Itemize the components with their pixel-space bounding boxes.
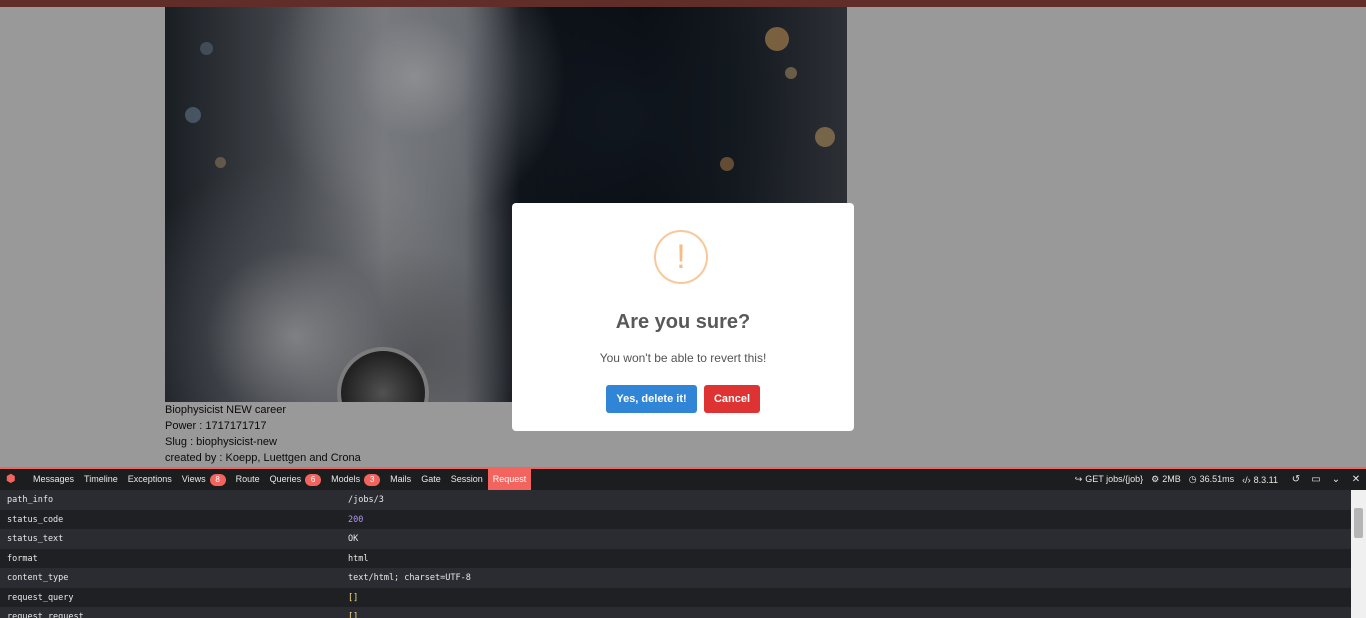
table-row: status_code 200 bbox=[0, 509, 1351, 529]
tab-label: Mails bbox=[390, 474, 412, 484]
row-value: 200 bbox=[348, 514, 364, 525]
code-icon: ‹/› bbox=[1242, 474, 1251, 485]
tab-session[interactable]: Session bbox=[446, 469, 488, 490]
memory-indicator[interactable]: ⚙ 2MB bbox=[1151, 474, 1181, 485]
tab-timeline[interactable]: Timeline bbox=[79, 469, 123, 490]
tab-label: Queries bbox=[269, 474, 302, 484]
dialog-text: You won't be able to revert this! bbox=[599, 351, 767, 365]
count-badge: 3 bbox=[364, 473, 381, 486]
clock-icon: ◷ bbox=[1188, 474, 1197, 484]
close-icon[interactable]: ✕ bbox=[1346, 474, 1366, 485]
tab-label: Views bbox=[181, 474, 206, 484]
tab-gate[interactable]: Gate bbox=[416, 469, 446, 490]
row-key: format bbox=[7, 553, 38, 564]
history-icon[interactable]: ↺ bbox=[1286, 474, 1306, 485]
debug-bar-header: ⬢ Messages Timeline Exceptions Views 8 Ro… bbox=[0, 469, 1366, 490]
row-value: html bbox=[348, 553, 369, 564]
tab-label: Messages bbox=[33, 474, 75, 484]
row-value: [] bbox=[348, 592, 359, 603]
row-value: text/html; charset=UTF-8 bbox=[348, 573, 471, 583]
tab-label: Gate bbox=[421, 474, 441, 484]
confirm-dialog: ! Are you sure? You won't be able to rev… bbox=[512, 203, 854, 431]
warning-icon: ! bbox=[654, 230, 708, 284]
row-value: OK bbox=[348, 534, 359, 544]
row-key: content_type bbox=[7, 573, 69, 583]
time-value: 36.51ms bbox=[1199, 474, 1235, 484]
tab-label: Exceptions bbox=[127, 474, 172, 484]
tab-label: Timeline bbox=[84, 474, 118, 484]
route-value: GET jobs/{job} bbox=[1085, 474, 1144, 484]
confirm-delete-button[interactable]: Yes, delete it! bbox=[606, 385, 697, 413]
row-key: request_request bbox=[7, 612, 84, 618]
time-indicator[interactable]: ◷ 36.51ms bbox=[1189, 474, 1234, 485]
table-row: format html bbox=[0, 548, 1351, 568]
tab-mails[interactable]: Mails bbox=[385, 469, 416, 490]
row-value: /jobs/3 bbox=[348, 495, 384, 505]
cancel-button[interactable]: Cancel bbox=[704, 385, 760, 413]
tab-request[interactable]: Request bbox=[487, 469, 532, 490]
tab-label: Request bbox=[492, 474, 527, 484]
debug-bar: ⬢ Messages Timeline Exceptions Views 8 Ro… bbox=[0, 467, 1366, 618]
tab-label: Route bbox=[235, 474, 260, 484]
count-badge: 6 bbox=[305, 473, 322, 486]
chevron-down-icon[interactable]: ⌄ bbox=[1326, 474, 1346, 485]
table-row: request_request [] bbox=[0, 607, 1351, 618]
table-row: content_type text/html; charset=UTF-8 bbox=[0, 568, 1351, 588]
dialog-title: Are you sure? bbox=[615, 311, 751, 333]
folder-open-icon[interactable]: ▭ bbox=[1306, 474, 1326, 485]
memory-value: 2MB bbox=[1162, 474, 1181, 484]
debug-tabs: Messages Timeline Exceptions Views 8 Rout… bbox=[28, 469, 532, 490]
route-indicator[interactable]: ↪ GET jobs/{job} bbox=[1075, 474, 1143, 485]
tab-views[interactable]: Views 8 bbox=[177, 469, 231, 490]
row-key: path_info bbox=[7, 495, 54, 505]
table-row: path_info/jobs/3 bbox=[0, 490, 1351, 510]
laravel-logo-icon[interactable]: ⬢ bbox=[6, 473, 20, 485]
tab-queries[interactable]: Queries 6 bbox=[265, 469, 327, 490]
tab-models[interactable]: Models 3 bbox=[326, 469, 385, 490]
share-icon: ↪ bbox=[1074, 474, 1083, 484]
row-key: status_text bbox=[7, 534, 64, 544]
row-value: [] bbox=[348, 612, 359, 618]
table-row: status_text OK bbox=[0, 529, 1351, 549]
row-key: status_code bbox=[7, 514, 64, 525]
table-row: request_query [] bbox=[0, 587, 1351, 607]
tab-label: Models bbox=[331, 474, 361, 484]
scrollbar-thumb[interactable] bbox=[1354, 508, 1363, 538]
debug-summary: ↪ GET jobs/{job} ⚙ 2MB ◷ 36.51ms ‹/› 8.3.11 … bbox=[1075, 469, 1366, 490]
tab-messages[interactable]: Messages bbox=[28, 469, 79, 490]
tab-exceptions[interactable]: Exceptions bbox=[123, 469, 177, 490]
request-table: path_info/jobs/3 status_code 200 status_t… bbox=[0, 490, 1351, 618]
row-key: request_query bbox=[7, 592, 74, 603]
tab-route[interactable]: Route bbox=[231, 469, 265, 490]
tab-label: Session bbox=[450, 474, 483, 484]
count-badge: 8 bbox=[209, 473, 226, 486]
vertical-scrollbar[interactable] bbox=[1351, 490, 1366, 618]
php-version-indicator[interactable]: ‹/› 8.3.11 bbox=[1242, 475, 1278, 485]
php-version-value: 8.3.11 bbox=[1253, 474, 1278, 485]
cogs-icon: ⚙ bbox=[1151, 474, 1160, 484]
